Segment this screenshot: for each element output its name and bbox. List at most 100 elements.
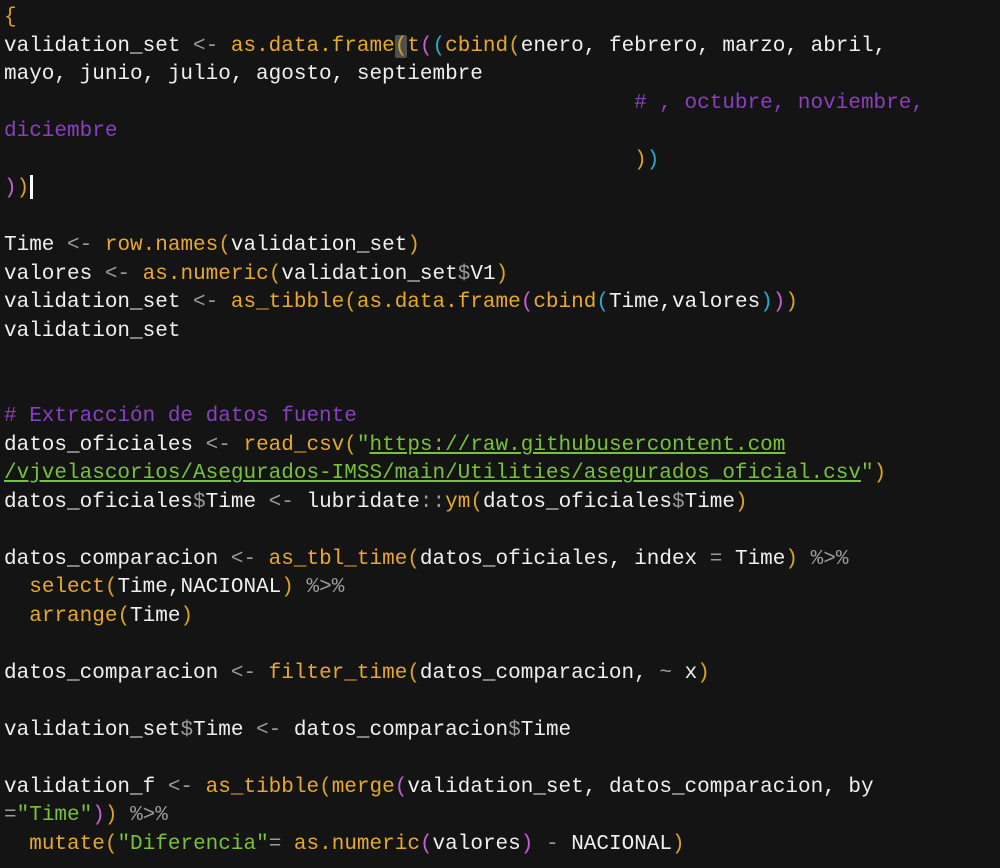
code-line[interactable]: arrange(Time) bbox=[4, 603, 193, 631]
code-token: diciembre bbox=[4, 120, 118, 143]
code-token: %>% bbox=[810, 547, 849, 571]
code-token: datos_comparacion bbox=[4, 661, 231, 685]
code-token: ) bbox=[760, 291, 773, 314]
matched-bracket: ( bbox=[394, 34, 408, 58]
code-token: as_tibble bbox=[205, 775, 320, 799]
code-token: :: bbox=[419, 490, 446, 514]
code-token: " bbox=[356, 433, 370, 457]
code-token: - bbox=[545, 832, 559, 856]
code-token: mayo, junio, julio, agosto, septiembre bbox=[4, 63, 483, 86]
code-token: as.data.frame bbox=[356, 291, 521, 314]
code-token: ~ bbox=[659, 661, 672, 685]
code-token: datos_oficiales bbox=[4, 433, 206, 457]
code-token: <- bbox=[167, 775, 194, 799]
code-token: cbind bbox=[533, 291, 597, 314]
code-line[interactable]: Time <- row.names(validation_set) bbox=[4, 232, 420, 260]
code-token: <- bbox=[193, 291, 219, 314]
code-token: <- bbox=[230, 661, 257, 685]
code-token: ( bbox=[344, 291, 357, 314]
code-line[interactable]: validation_set$Time <- datos_comparacion… bbox=[4, 717, 571, 745]
code-token: ( bbox=[104, 832, 118, 856]
code-token: # Extracción de datos fuente bbox=[4, 405, 357, 428]
code-token: %>% bbox=[130, 804, 168, 827]
code-token: validation_set, datos_comparacion, by bbox=[407, 775, 874, 799]
code-token: validation_f bbox=[4, 775, 168, 799]
code-token: <- bbox=[104, 262, 131, 286]
code-token: mutate bbox=[29, 832, 105, 856]
code-token: Time,NACIONAL bbox=[117, 576, 282, 599]
code-token: t bbox=[407, 34, 420, 58]
text-cursor bbox=[30, 175, 34, 200]
code-editor[interactable]: {validation_set <- as.data.frame(t((cbin… bbox=[0, 0, 1000, 868]
code-token: Time bbox=[684, 490, 736, 514]
code-token: ) bbox=[4, 177, 17, 200]
code-token: ( bbox=[407, 547, 420, 571]
code-line[interactable]: ="Time")) %>% bbox=[4, 802, 168, 830]
code-token: ) bbox=[735, 490, 748, 514]
code-token: x bbox=[671, 661, 698, 685]
code-line[interactable]: datos_comparacion <- as_tbl_time(datos_o… bbox=[4, 546, 848, 574]
code-line[interactable]: )) bbox=[4, 175, 34, 203]
code-token: <- bbox=[205, 433, 231, 457]
code-line[interactable]: diciembre bbox=[4, 118, 117, 146]
code-line[interactable]: datos_oficiales$Time <- lubridate::ym(da… bbox=[4, 489, 748, 517]
code-line[interactable]: { bbox=[4, 4, 17, 32]
code-token: <- bbox=[67, 234, 93, 257]
code-line[interactable]: # Extracción de datos fuente bbox=[4, 403, 357, 431]
code-token: enero, febrero, marzo, abril, bbox=[520, 34, 887, 58]
code-token: select bbox=[29, 576, 105, 599]
code-token: ) bbox=[672, 832, 685, 856]
code-line[interactable]: datos_oficiales <- read_csv("https://raw… bbox=[4, 432, 785, 460]
code-token: validation_set bbox=[4, 319, 181, 343]
code-token: cbind bbox=[445, 34, 509, 58]
code-line[interactable]: /vjvelascorios/Asegurados-IMSS/main/Util… bbox=[4, 460, 886, 488]
code-token: ) bbox=[634, 148, 647, 172]
code-token: validation_set bbox=[4, 34, 194, 58]
code-token: Time,valores bbox=[608, 291, 761, 314]
code-token: validation_set bbox=[4, 718, 181, 742]
code-line[interactable]: mayo, junio, julio, agosto, septiembre bbox=[4, 61, 483, 89]
code-token: = bbox=[268, 832, 282, 856]
code-token: $ bbox=[180, 718, 194, 742]
code-token: validation_set bbox=[230, 234, 408, 257]
code-token: datos_comparacion bbox=[4, 547, 231, 571]
code-line[interactable]: validation_set <- as.data.frame(t((cbind… bbox=[4, 33, 886, 61]
code-line[interactable]: mutate("Diferencia"= as.numeric(valores)… bbox=[4, 831, 685, 859]
code-token: %>% bbox=[306, 576, 345, 599]
code-line[interactable]: valores <- as.numeric(validation_set$V1) bbox=[4, 261, 508, 289]
code-token: ) bbox=[646, 148, 660, 172]
code-token: /vjvelascorios/Asegurados-IMSS/main/Util… bbox=[4, 462, 861, 485]
code-token: ) bbox=[772, 291, 786, 314]
code-token: datos_oficiales bbox=[4, 490, 194, 514]
code-token: ( bbox=[344, 433, 357, 457]
code-token: = bbox=[4, 804, 17, 827]
code-line[interactable]: validation_set bbox=[4, 318, 180, 346]
code-token: ( bbox=[596, 291, 609, 314]
code-token: https://raw.githubusercontent.com bbox=[369, 433, 786, 457]
code-token: = bbox=[709, 547, 723, 571]
code-token: datos_comparacion, bbox=[419, 661, 660, 685]
code-line[interactable]: validation_set <- as_tibble(as.data.fram… bbox=[4, 289, 798, 317]
code-token: $ bbox=[671, 490, 685, 514]
code-line[interactable]: # , octubre, noviembre, bbox=[4, 90, 924, 118]
code-line[interactable]: datos_comparacion <- filter_time(datos_c… bbox=[4, 660, 710, 688]
code-token: ) bbox=[407, 234, 420, 257]
code-token: Time bbox=[130, 604, 181, 628]
code-line[interactable]: select(Time,NACIONAL) %>% bbox=[4, 574, 344, 602]
code-line[interactable]: validation_f <- as_tibble(merge(validati… bbox=[4, 774, 874, 802]
code-token: <- bbox=[193, 34, 219, 58]
code-token: <- bbox=[230, 547, 257, 571]
code-line[interactable]: )) bbox=[4, 147, 659, 175]
code-token: ( bbox=[117, 604, 131, 628]
code-token: " bbox=[860, 462, 874, 485]
code-token: V1 bbox=[470, 262, 496, 286]
code-token: ) bbox=[520, 832, 534, 856]
code-token: "Diferencia" bbox=[117, 832, 269, 856]
